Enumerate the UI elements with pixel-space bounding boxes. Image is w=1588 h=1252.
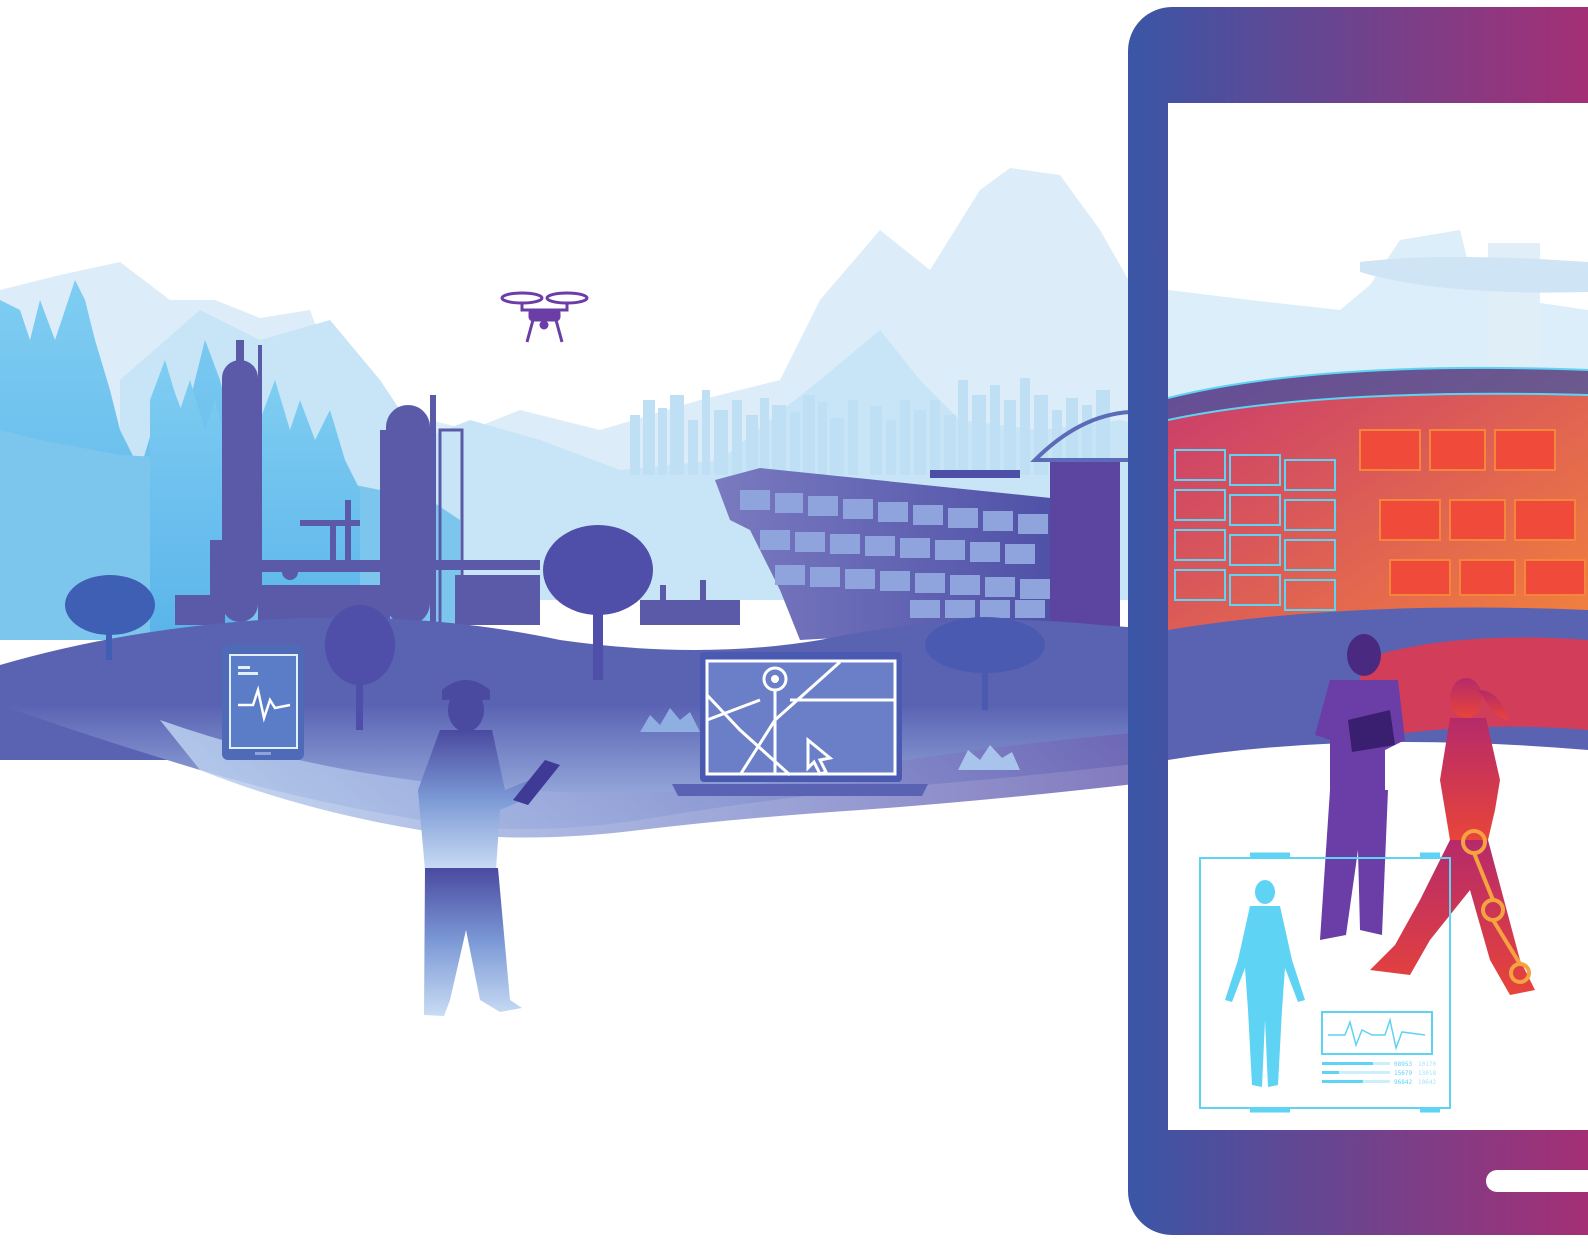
map-laptop-icon <box>672 652 928 796</box>
drone-icon <box>500 291 589 343</box>
readout-bar <box>1322 1071 1339 1074</box>
readout-sub-value: 10642 <box>1418 1079 1436 1086</box>
home-button[interactable] <box>1486 1170 1588 1192</box>
readout-value: 08953 <box>1394 1061 1412 1068</box>
readout-value: 96842 <box>1394 1079 1412 1086</box>
readout-bar <box>1322 1080 1363 1083</box>
heartbeat-tablet-icon <box>222 645 304 760</box>
readout-value: 15679 <box>1394 1070 1412 1077</box>
readout-bar <box>1322 1062 1373 1065</box>
readouts: 08953 10170 15679 13018 96842 10642 <box>1322 1061 1436 1086</box>
readout-sub-value: 10170 <box>1418 1061 1436 1068</box>
readout-sub-value: 13018 <box>1418 1070 1436 1077</box>
illustration-scene: 08953 10170 15679 13018 96842 10642 <box>0 7 1588 1235</box>
